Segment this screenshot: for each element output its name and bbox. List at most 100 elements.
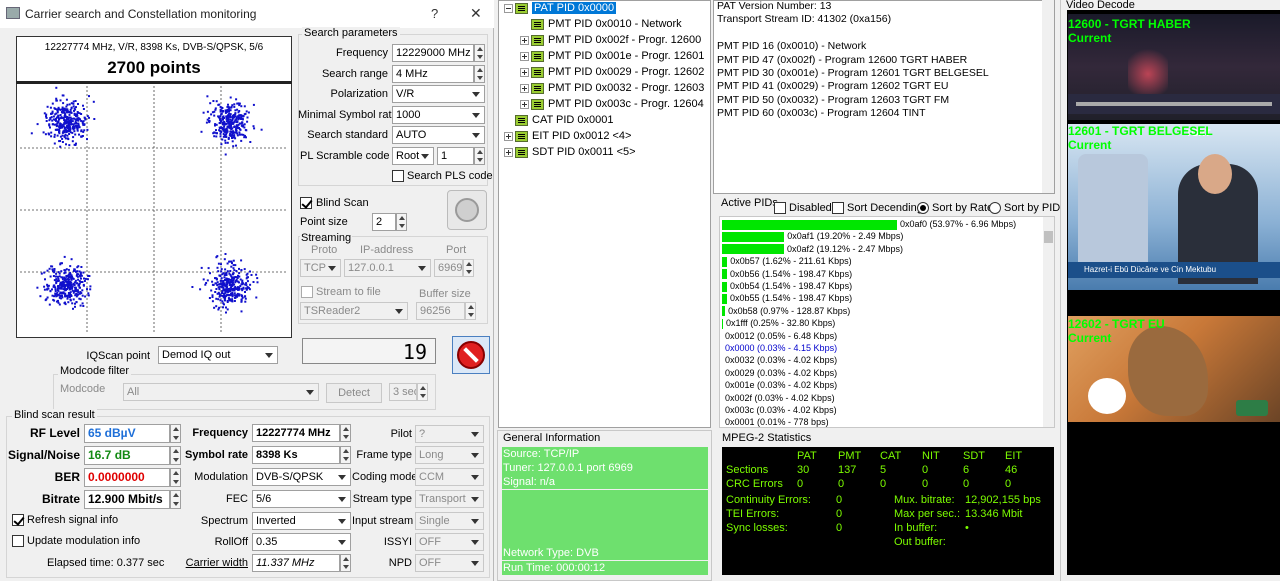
frequency-label: Frequency bbox=[336, 47, 388, 59]
constellation-point bbox=[220, 143, 223, 146]
constellation-point bbox=[235, 144, 237, 147]
tree-item[interactable]: PMT PID 0x0029 - Progr. 12602 bbox=[520, 65, 704, 79]
modulation-select[interactable]: DVB-S/QPSK bbox=[252, 468, 351, 486]
constellation-point bbox=[228, 284, 231, 286]
spectrum-select[interactable]: Inverted bbox=[252, 512, 351, 530]
result-frequency-spinner[interactable] bbox=[340, 424, 351, 442]
constellation-point bbox=[48, 303, 51, 306]
constellation-point bbox=[60, 286, 63, 289]
stream-to-file-checkbox[interactable] bbox=[301, 286, 313, 298]
tree-expander[interactable] bbox=[504, 3, 513, 13]
constellation-point bbox=[81, 294, 84, 297]
tree-expander[interactable] bbox=[520, 99, 529, 109]
tree-item[interactable]: SDT PID 0x0011 <5> bbox=[504, 145, 636, 159]
ip-address-select[interactable]: 127.0.0.1 bbox=[344, 259, 431, 277]
tree-item[interactable]: PAT PID 0x0000 bbox=[504, 1, 617, 15]
tree-expander[interactable] bbox=[504, 131, 513, 141]
port-input[interactable]: 6969 bbox=[434, 259, 463, 277]
constellation-point bbox=[229, 115, 232, 118]
constellation-point bbox=[207, 267, 210, 270]
interval-input[interactable]: 3 sec bbox=[389, 383, 417, 401]
reader-select[interactable]: TSReader2 bbox=[300, 302, 408, 320]
tree-expander[interactable] bbox=[520, 83, 529, 93]
constellation-point bbox=[51, 288, 53, 291]
disabled-checkbox[interactable] bbox=[774, 202, 786, 214]
port-spinner[interactable] bbox=[463, 259, 474, 277]
active-pids-scroll-thumb[interactable] bbox=[1044, 231, 1053, 243]
tree-item[interactable]: PMT PID 0x0010 - Network bbox=[520, 17, 682, 31]
sort-descending-checkbox[interactable] bbox=[832, 202, 844, 214]
constellation-point bbox=[226, 299, 229, 302]
point-size-input[interactable]: 2 bbox=[372, 213, 396, 231]
tree-expander[interactable] bbox=[520, 35, 529, 45]
frequency-spinner[interactable] bbox=[474, 44, 485, 62]
update-modulation-checkbox[interactable] bbox=[12, 535, 24, 547]
blind-scan-checkbox[interactable] bbox=[300, 197, 312, 209]
tree-item[interactable]: PMT PID 0x003c - Progr. 12604 bbox=[520, 97, 704, 111]
close-button[interactable]: ✕ bbox=[470, 5, 482, 22]
tree-item[interactable]: PMT PID 0x002f - Progr. 12600 bbox=[520, 33, 701, 47]
search-pls-checkbox[interactable] bbox=[392, 170, 404, 182]
buffer-size-input[interactable]: 96256 bbox=[416, 302, 465, 320]
constellation-point bbox=[55, 86, 58, 89]
buffer-size-spinner[interactable] bbox=[465, 302, 476, 320]
issyi-select[interactable]: OFF bbox=[415, 533, 484, 551]
input-stream-select[interactable]: Single bbox=[415, 512, 484, 530]
tree-expander[interactable] bbox=[504, 147, 513, 157]
constellation-point bbox=[54, 288, 57, 291]
pl-scramble-value-input[interactable]: 1 bbox=[437, 147, 474, 165]
fec-select[interactable]: 5/6 bbox=[252, 490, 351, 508]
point-size-spinner[interactable] bbox=[396, 213, 407, 231]
constellation-point bbox=[231, 262, 233, 265]
stop-button[interactable] bbox=[452, 336, 490, 374]
constellation-point bbox=[215, 129, 217, 132]
capture-button[interactable] bbox=[447, 190, 487, 230]
search-range-spinner[interactable] bbox=[474, 65, 485, 83]
sort-by-pid-radio[interactable] bbox=[989, 202, 1001, 214]
refresh-signal-checkbox[interactable] bbox=[12, 514, 24, 526]
detect-button[interactable]: Detect bbox=[326, 383, 382, 403]
details-scrollbar[interactable] bbox=[1042, 0, 1054, 193]
sort-by-rate-radio[interactable] bbox=[917, 202, 929, 214]
constellation-point bbox=[240, 117, 242, 120]
search-range-input[interactable]: 4 MHz bbox=[392, 65, 474, 83]
proto-select[interactable]: TCP bbox=[300, 259, 341, 277]
constellation-point bbox=[236, 277, 239, 279]
active-pids-scrollbar[interactable] bbox=[1043, 217, 1054, 427]
iqscan-select[interactable]: Demod IQ out bbox=[158, 346, 278, 364]
modcode-select[interactable]: All bbox=[123, 383, 319, 401]
tree-expander[interactable] bbox=[520, 67, 529, 77]
min-symbol-rate-select[interactable]: 1000 bbox=[392, 106, 485, 124]
frame-type-select[interactable]: Long bbox=[415, 446, 484, 464]
rolloff-select[interactable]: 0.35 bbox=[252, 533, 351, 551]
constellation-point bbox=[245, 129, 248, 132]
constellation-point bbox=[80, 135, 83, 138]
tree-item[interactable]: CAT PID 0x0001 bbox=[504, 113, 614, 127]
constellation-point bbox=[63, 135, 66, 138]
blind-scan-label: Blind Scan bbox=[316, 197, 369, 209]
constellation-point bbox=[64, 122, 67, 125]
constellation-point bbox=[240, 122, 243, 125]
pl-scramble-spinner[interactable] bbox=[474, 147, 485, 165]
pilot-select[interactable]: ? bbox=[415, 425, 484, 443]
constellation-point bbox=[51, 119, 54, 122]
pl-scramble-mode-select[interactable]: Root bbox=[392, 147, 434, 165]
constellation-point bbox=[217, 308, 220, 311]
stream-type-select[interactable]: Transport bbox=[415, 490, 484, 508]
polarization-select[interactable]: V/R bbox=[392, 85, 485, 103]
symbol-rate-spinner[interactable] bbox=[340, 446, 351, 464]
carrier-width-label[interactable]: Carrier width bbox=[180, 557, 248, 569]
tree-item[interactable]: PMT PID 0x001e - Progr. 12601 bbox=[520, 49, 704, 63]
tree-item[interactable]: EIT PID 0x0012 <4> bbox=[504, 129, 631, 143]
tree-expander[interactable] bbox=[520, 51, 529, 61]
constellation-point bbox=[232, 132, 235, 134]
tree-item[interactable]: PMT PID 0x0032 - Progr. 12603 bbox=[520, 81, 704, 95]
constellation-point bbox=[56, 111, 59, 114]
search-standard-select[interactable]: AUTO bbox=[392, 126, 485, 144]
interval-spinner[interactable] bbox=[417, 383, 428, 401]
carrier-width-spinner[interactable] bbox=[340, 554, 351, 572]
frequency-input[interactable]: 12229000 MHz bbox=[392, 44, 474, 62]
npd-select[interactable]: OFF bbox=[415, 554, 484, 572]
coding-mode-select[interactable]: CCM bbox=[415, 468, 484, 486]
help-button[interactable]: ? bbox=[431, 6, 438, 21]
